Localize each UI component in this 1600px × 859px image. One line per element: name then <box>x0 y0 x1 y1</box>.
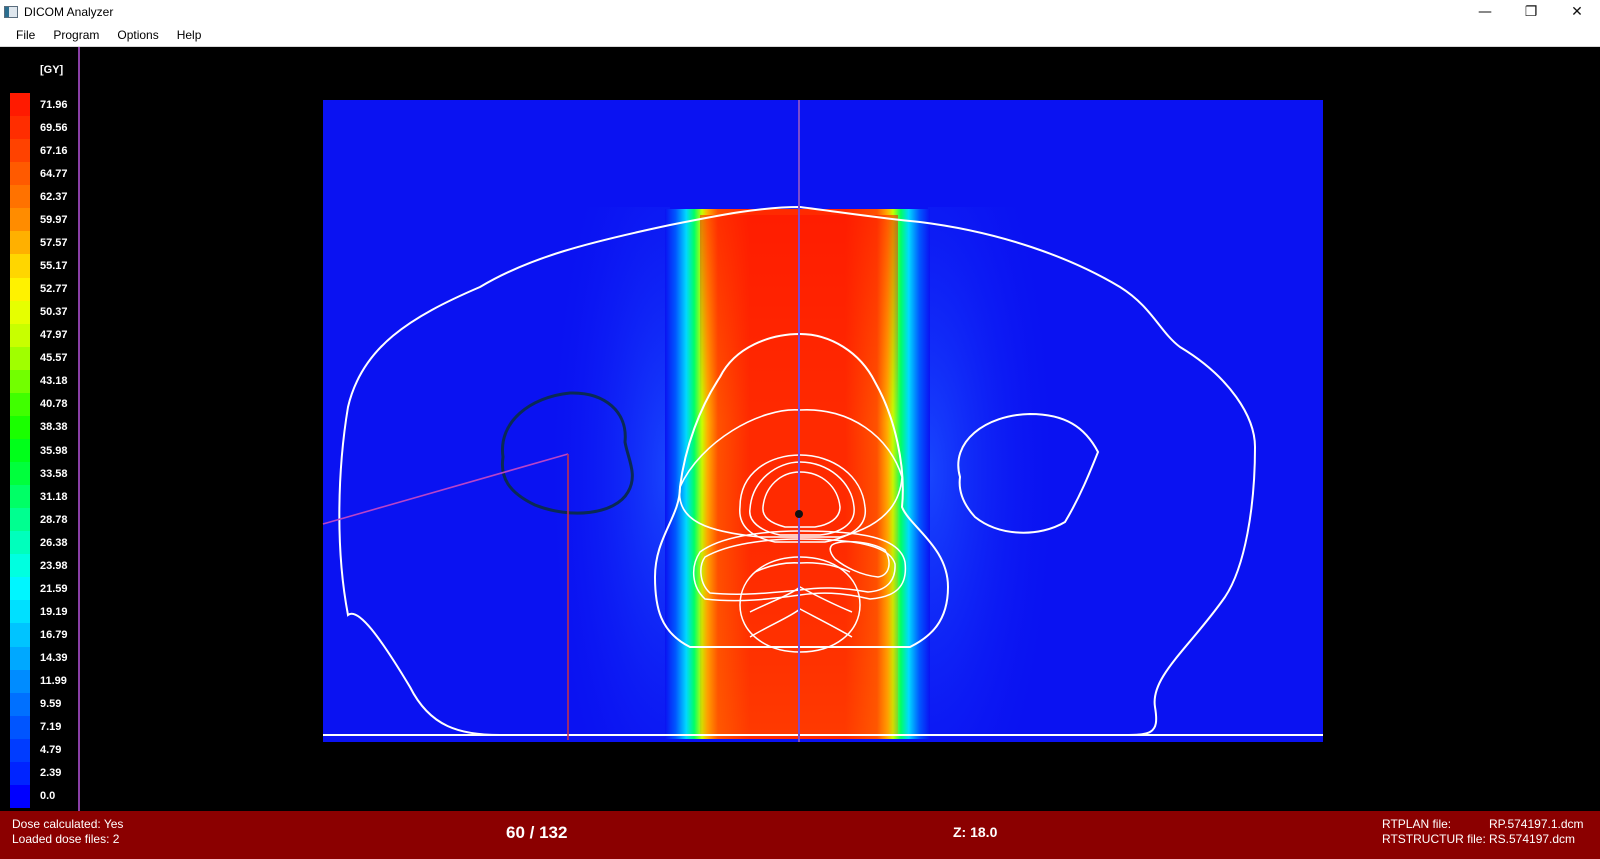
rtstruct-filename: RS.574197.dcm <box>1489 832 1576 846</box>
legend-swatch <box>10 185 30 209</box>
dose-unit-label: [GY] <box>40 64 64 76</box>
legend-value-label: 45.57 <box>40 352 68 365</box>
legend-swatch <box>10 254 30 278</box>
close-icon: ✕ <box>1571 3 1583 20</box>
legend-swatch <box>10 208 30 232</box>
restore-icon: ❐ <box>1524 3 1538 20</box>
legend-value-label: 43.18 <box>40 375 68 388</box>
dose-color-scale <box>10 93 30 809</box>
dose-halo-right <box>928 207 1098 737</box>
legend-swatch <box>10 508 30 532</box>
legend-value-label: 59.97 <box>40 213 68 226</box>
legend-value-label: 35.98 <box>40 444 68 457</box>
image-viewer[interactable] <box>80 47 1600 811</box>
legend-value-label: 7.19 <box>40 721 62 734</box>
rtstruct-label: RTSTRUCTUR file: <box>1382 832 1486 846</box>
legend-value-label: 23.98 <box>40 559 68 572</box>
legend-swatch <box>10 277 30 302</box>
legend-value-label: 64.77 <box>40 167 68 180</box>
legend-swatch <box>10 300 30 325</box>
legend-value-label: 26.38 <box>40 536 68 549</box>
legend-swatch <box>10 577 30 601</box>
menu-bar: File Program Options Help <box>0 23 1600 47</box>
legend-value-label: 14.39 <box>40 652 68 665</box>
legend-swatch <box>10 669 30 694</box>
legend-value-label: 21.59 <box>40 582 68 595</box>
legend-value-label: 33.58 <box>40 467 68 480</box>
dose-calculated-text: Dose calculated: Yes <box>12 817 124 831</box>
legend-value-label: 67.16 <box>40 144 68 157</box>
legend-value-label: 55.17 <box>40 259 68 272</box>
legend-value-label: 19.19 <box>40 605 68 618</box>
menu-file[interactable]: File <box>0 28 44 42</box>
legend-swatch <box>10 692 30 717</box>
legend-value-label: 69.56 <box>40 121 68 134</box>
isocenter-marker[interactable] <box>795 510 803 518</box>
z-position: Z: 18.0 <box>953 824 998 840</box>
legend-value-label: 38.38 <box>40 421 68 434</box>
rtplan-filename: RP.574197.1.dcm <box>1489 817 1584 831</box>
legend-swatch <box>10 761 30 786</box>
legend-swatch <box>10 485 30 509</box>
legend-swatch <box>10 162 30 186</box>
legend-swatch <box>10 715 30 740</box>
legend-value-label: 71.96 <box>40 98 68 111</box>
dose-status: Dose calculated: Yes Loaded dose files: … <box>12 817 123 847</box>
legend-swatch <box>10 738 30 763</box>
legend-swatch <box>10 784 30 809</box>
legend-swatch <box>10 346 30 371</box>
minimize-button[interactable]: — <box>1462 0 1508 23</box>
minimize-icon: — <box>1478 3 1492 20</box>
window-title: DICOM Analyzer <box>24 4 114 19</box>
legend-swatch <box>10 438 30 463</box>
loaded-dose-files-text: Loaded dose files: 2 <box>12 832 120 846</box>
legend-swatch <box>10 646 30 671</box>
legend-value-label: 16.79 <box>40 629 68 642</box>
legend-value-label: 2.39 <box>40 767 62 780</box>
legend-value-label: 9.59 <box>40 698 62 711</box>
legend-swatch <box>10 231 30 255</box>
menu-options[interactable]: Options <box>108 28 167 42</box>
legend-value-label: 28.78 <box>40 513 68 526</box>
legend-swatch <box>10 323 30 348</box>
dose-halo-left <box>510 207 670 737</box>
legend-swatch <box>10 623 30 648</box>
legend-swatch <box>10 415 30 440</box>
legend-value-label: 57.57 <box>40 236 68 249</box>
file-info: RTPLAN file: RP.574197.1.dcm RTSTRUCTUR … <box>1382 817 1584 847</box>
legend-swatch <box>10 600 30 624</box>
legend-value-label: 50.37 <box>40 306 68 319</box>
legend-swatch <box>10 462 30 486</box>
legend-swatch <box>10 139 30 163</box>
dose-slice-view[interactable] <box>80 47 1600 811</box>
legend-value-label: 11.99 <box>40 675 67 688</box>
title-bar: DICOM Analyzer — ❐ ✕ <box>0 0 1600 23</box>
legend-swatch <box>10 93 30 117</box>
menu-program[interactable]: Program <box>44 28 108 42</box>
window-controls: — ❐ ✕ <box>1462 0 1600 23</box>
legend-value-label: 4.79 <box>40 744 62 757</box>
legend-value-label: 52.77 <box>40 283 68 296</box>
close-button[interactable]: ✕ <box>1554 0 1600 23</box>
restore-button[interactable]: ❐ <box>1508 0 1554 23</box>
legend-value-label: 31.18 <box>40 490 68 503</box>
legend-swatch <box>10 531 30 555</box>
legend-value-label: 62.37 <box>40 190 68 203</box>
legend-value-label: 40.78 <box>40 398 68 411</box>
menu-help[interactable]: Help <box>168 28 211 42</box>
legend-swatch <box>10 554 30 578</box>
app-icon <box>4 5 18 18</box>
legend-swatch <box>10 369 30 394</box>
rtplan-label: RTPLAN file: <box>1382 817 1452 831</box>
legend-swatch <box>10 116 30 140</box>
legend-value-label: 0.0 <box>40 790 56 803</box>
legend-value-label: 47.97 <box>40 329 68 342</box>
status-bar: Dose calculated: Yes Loaded dose files: … <box>0 811 1600 859</box>
legend-swatch <box>10 392 30 417</box>
slice-counter: 60 / 132 <box>506 823 568 842</box>
